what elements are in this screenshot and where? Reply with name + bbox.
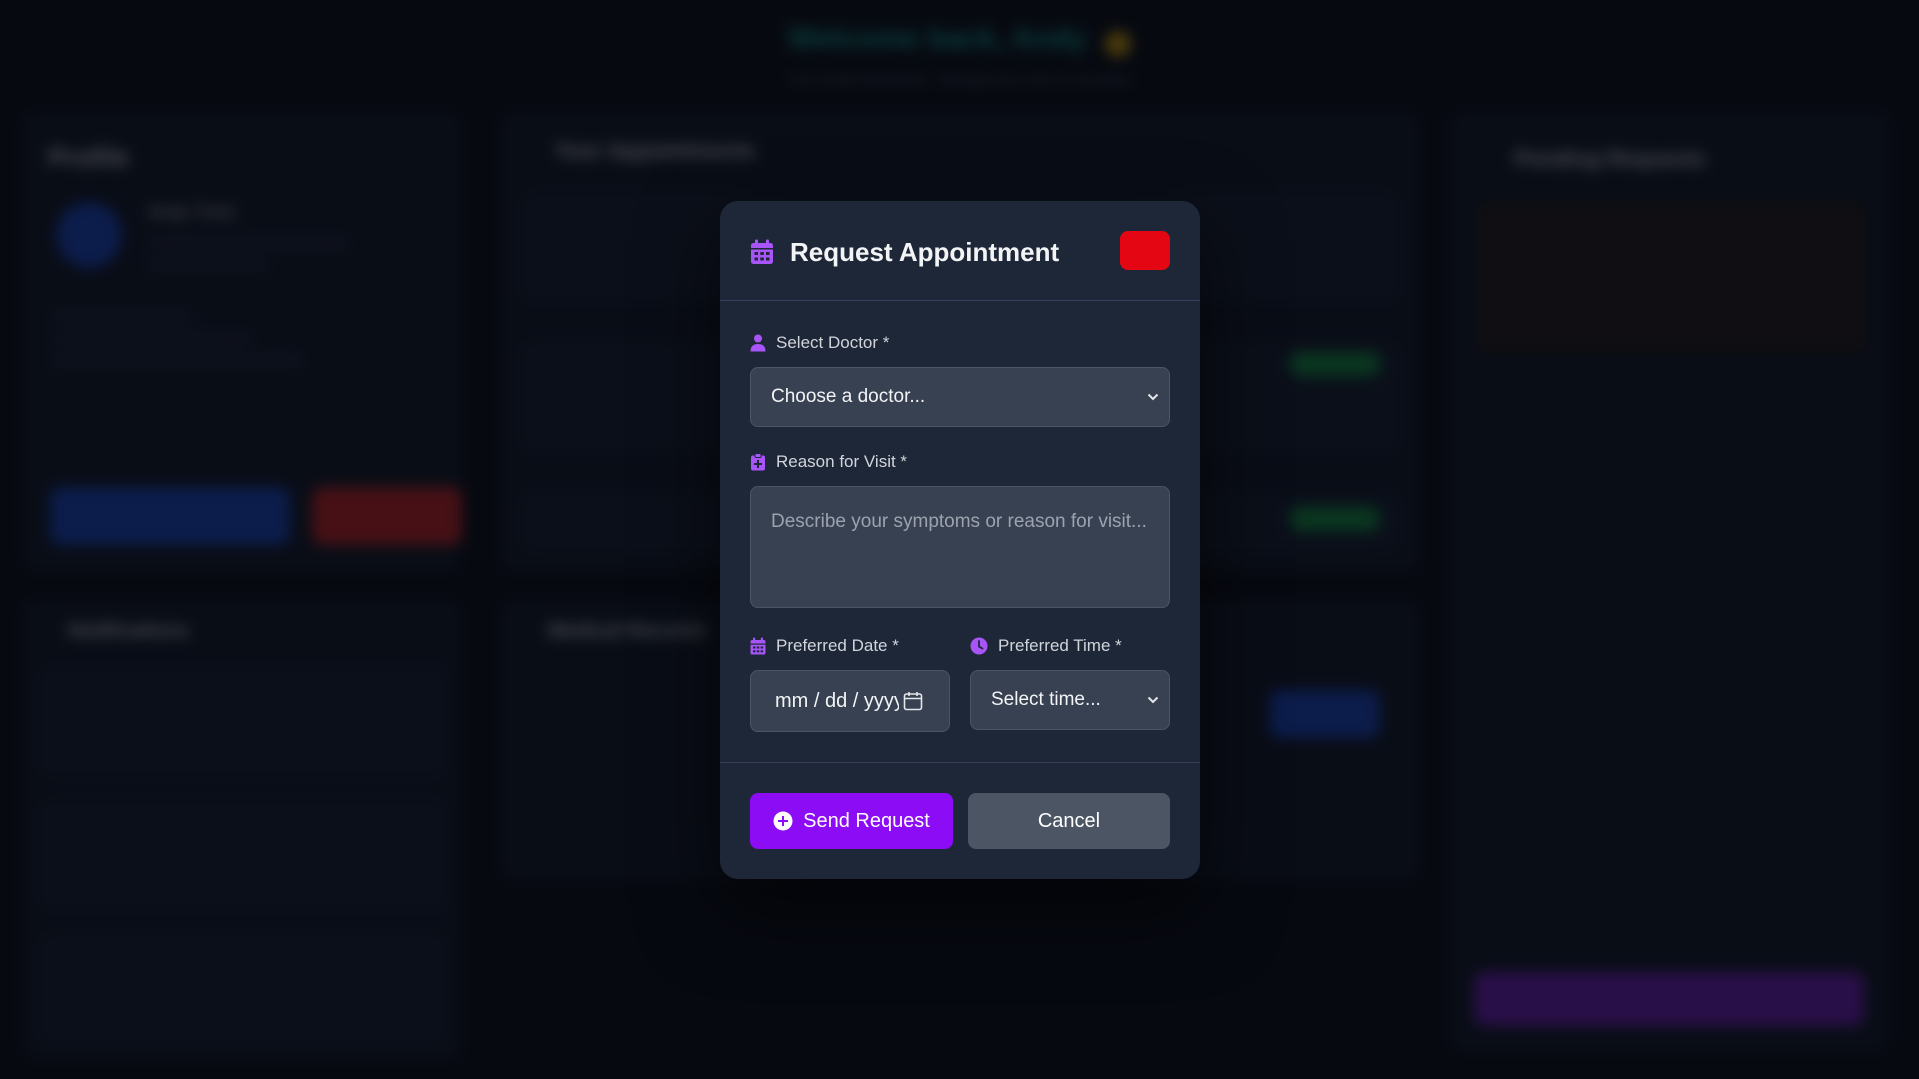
doctor-select[interactable]: Choose a doctor... [750, 367, 1170, 427]
calendar-icon [750, 637, 766, 655]
calendar-outline-icon[interactable] [903, 691, 923, 711]
time-select-value: Select time... [991, 689, 1101, 710]
cancel-button[interactable]: Cancel [968, 793, 1170, 849]
doctor-label: Select Doctor * [750, 333, 889, 353]
footer-divider [720, 762, 1200, 763]
chevron-down-icon [1147, 696, 1159, 704]
request-appointment-modal: Request Appointment Select Doctor * Choo… [720, 201, 1200, 879]
chevron-down-icon [1147, 393, 1159, 401]
clock-icon [970, 637, 988, 655]
reason-placeholder: Describe your symptoms or reason for vis… [771, 511, 1147, 532]
reason-textarea[interactable]: Describe your symptoms or reason for vis… [750, 486, 1170, 608]
modal-header: Request Appointment [720, 201, 1200, 301]
date-label: Preferred Date * [750, 636, 899, 656]
time-label: Preferred Time * [970, 636, 1122, 656]
reason-label-text: Reason for Visit * [776, 452, 908, 471]
time-select[interactable]: Select time... [970, 670, 1170, 730]
send-request-button[interactable]: Send Request [750, 793, 953, 849]
modal-title: Request Appointment [790, 237, 1060, 267]
send-request-label: Send Request [803, 809, 930, 832]
user-icon [750, 334, 766, 352]
reason-label: Reason for Visit * [750, 452, 907, 472]
clipboard-plus-icon [751, 453, 765, 471]
time-label-text: Preferred Time * [998, 636, 1122, 655]
date-input[interactable]: mm / dd / yyyy [750, 670, 950, 732]
date-label-text: Preferred Date * [776, 636, 899, 655]
date-placeholder: mm / dd / yyyy [775, 689, 899, 712]
calendar-icon [751, 239, 773, 264]
plus-circle-icon [773, 811, 793, 831]
close-button[interactable] [1120, 231, 1170, 270]
doctor-label-text: Select Doctor * [776, 333, 890, 352]
doctor-select-value: Choose a doctor... [771, 386, 926, 407]
